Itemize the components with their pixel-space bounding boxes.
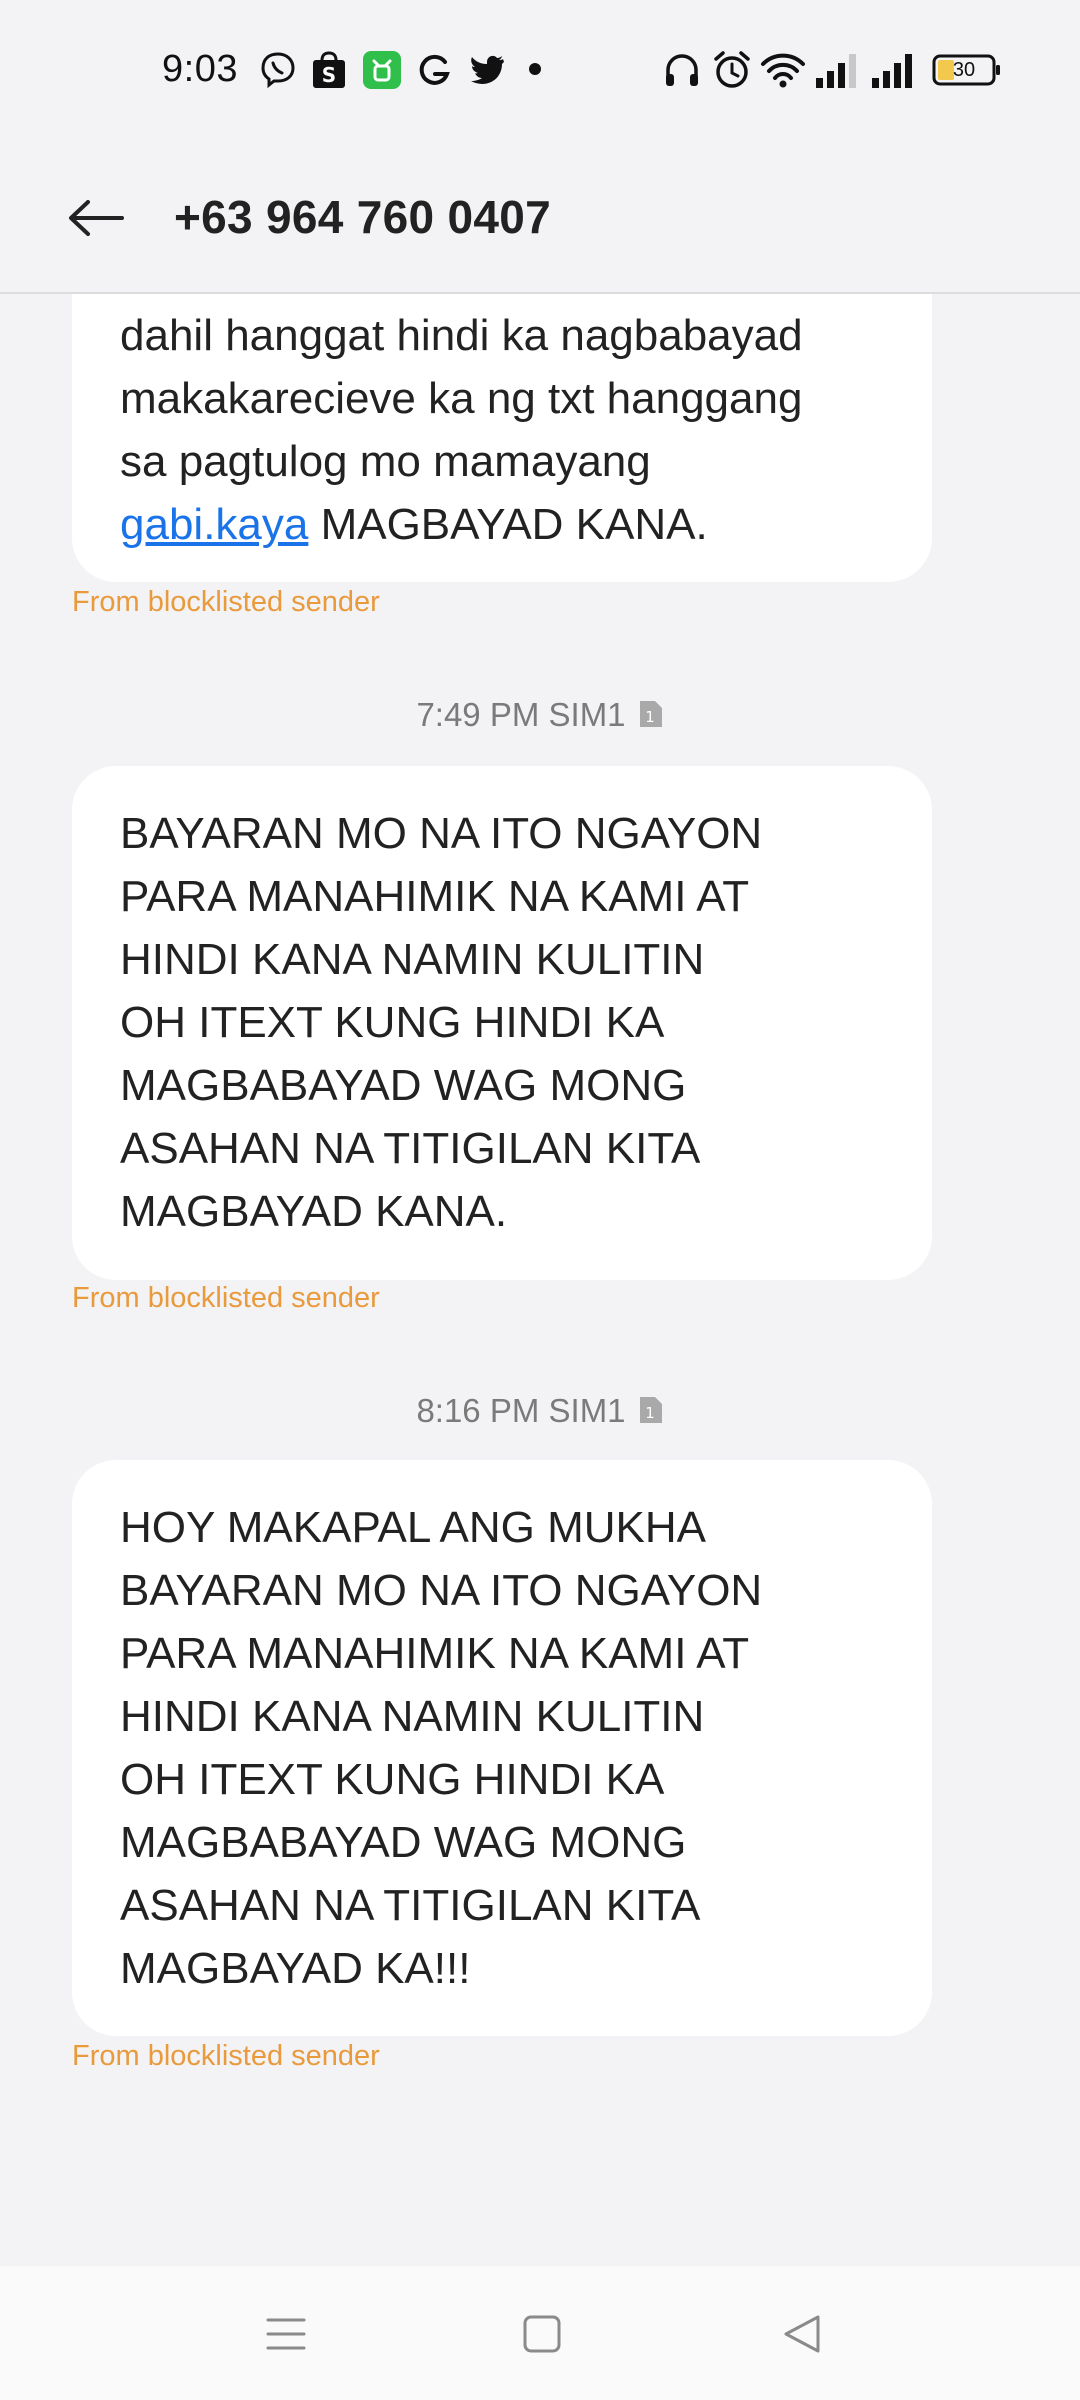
back-triangle-icon [784,2315,820,2353]
contact-number: +63 964 760 0407 [174,191,551,243]
grammarly-icon [414,50,454,95]
timestamp-time: 8:16 PM [416,1392,540,1429]
svg-text:1: 1 [645,1404,655,1422]
back-button[interactable] [60,182,132,254]
svg-text:S: S [322,63,336,87]
conversation-header: +63 964 760 0407 [0,140,1080,294]
alarm-icon [712,50,752,95]
sim-card-icon: 1 [639,701,662,727]
message-list[interactable]: dahil hanggat hindi ka nagbabayad makaka… [0,294,1080,2266]
timestamp-sim: SIM1 [548,1392,626,1429]
timestamp-sim: SIM1 [548,696,626,733]
signal-icon [870,50,916,95]
message-link[interactable]: gabi.kaya [120,500,308,549]
arrow-left-icon [69,200,124,236]
home-icon [523,2315,561,2353]
system-back-button[interactable] [762,2294,842,2374]
message-bubble[interactable]: dahil hanggat hindi ka nagbabayad makaka… [72,294,932,582]
blocklist-note: From blocklisted sender [72,2040,380,2072]
sim-card-icon: 1 [639,1397,662,1423]
message-timestamp: 7:49 PM SIM1 1 [0,696,1080,734]
svg-text:1: 1 [645,708,655,726]
headphones-icon [662,50,702,95]
battery-level: 30 [952,58,976,81]
dot-icon [528,62,542,81]
blocklist-note: From blocklisted sender [72,1282,380,1314]
twitter-icon [466,50,506,95]
system-nav-bar [0,2266,1080,2400]
wifi-icon [760,50,806,95]
signal-icon [814,50,860,95]
message-text: BAYARAN MO NA ITO NGAYON PARA MANAHIMIK … [120,809,763,1236]
recent-apps-button[interactable] [246,2294,326,2374]
message-text: dahil hanggat hindi ka nagbabayad makaka… [120,304,892,556]
blocklist-note: From blocklisted sender [72,586,380,618]
shopee-icon: S [310,50,348,95]
message-text: HOY MAKAPAL ANG MUKHA BAYARAN MO NA ITO … [120,1503,763,1993]
menu-icon [266,2318,306,2350]
message-bubble[interactable]: HOY MAKAPAL ANG MUKHA BAYARAN MO NA ITO … [72,1460,932,2036]
message-bubble[interactable]: BAYARAN MO NA ITO NGAYON PARA MANAHIMIK … [72,766,932,1280]
message-text-part: MAGBAYAD KANA. [308,500,708,549]
status-bar: 9:03 S 30 [0,0,1080,140]
message-text-part: dahil hanggat hindi ka nagbabayad makaka… [120,311,803,486]
timestamp-time: 7:49 PM [416,696,540,733]
message-timestamp: 8:16 PM SIM1 1 [0,1392,1080,1430]
status-time: 9:03 [162,48,238,90]
viber-icon [258,50,298,95]
app-icon [362,50,402,95]
battery-icon: 30 [932,54,1002,86]
home-button[interactable] [502,2294,582,2374]
